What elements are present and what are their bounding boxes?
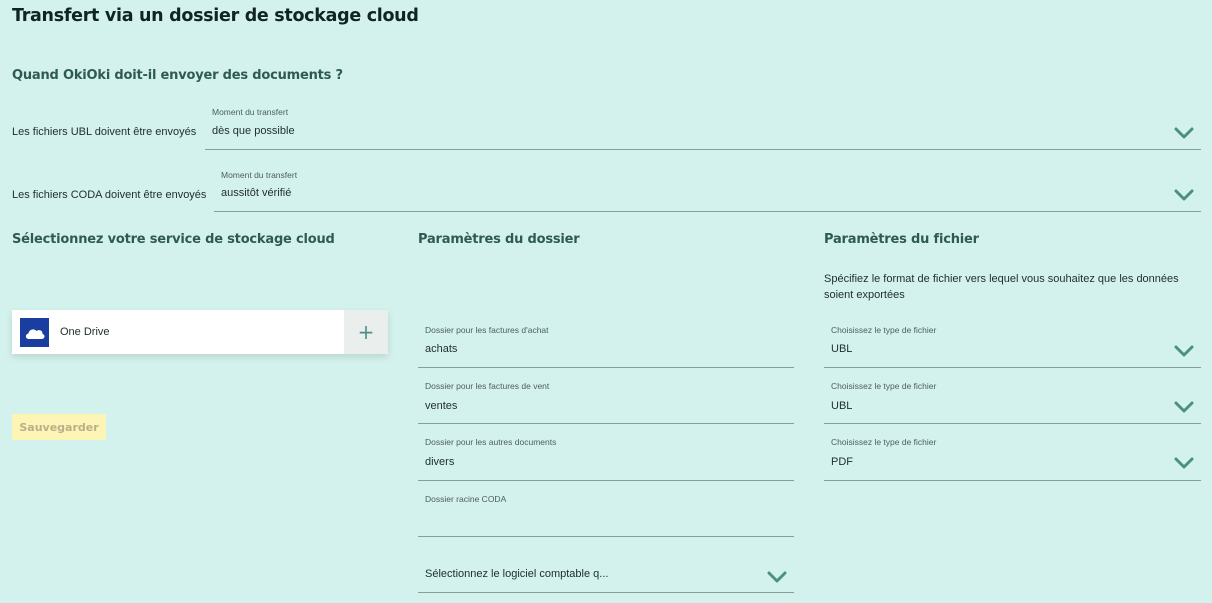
file-format-description: Spécifiez le format de fichier vers lequ… <box>824 273 1179 301</box>
coda-transfer-select[interactable]: Moment du transfert aussitôt vérifié <box>214 166 1201 212</box>
file-section-title: Paramètres du fichier <box>824 232 979 247</box>
file-type-select-1[interactable]: Choisissez le type de fichier UBL <box>824 321 1201 368</box>
coda-transfer-value: aussitôt vérifié <box>221 187 292 199</box>
coda-root-folder-input[interactable]: Dossier racine CODA <box>418 490 794 537</box>
file-type-value-1: UBL <box>831 343 853 355</box>
purchase-folder-label: Dossier pour les factures d'achat <box>425 325 549 335</box>
file-type-select-2[interactable]: Choisissez le type de fichier UBL <box>824 377 1201 424</box>
sales-folder-input[interactable]: Dossier pour les factures de vent ventes <box>418 377 794 424</box>
folder-section-title: Paramètres du dossier <box>418 232 580 247</box>
chevron-down-icon[interactable] <box>766 570 788 584</box>
accounting-software-placeholder: Sélectionnez le logiciel comptable q... <box>425 568 609 580</box>
coda-row-label: Les fichiers CODA doivent être envoyés <box>12 189 207 201</box>
chevron-down-icon[interactable] <box>1173 400 1195 414</box>
other-folder-label: Dossier pour les autres documents <box>425 437 557 447</box>
file-type-label-3: Choisissez le type de fichier <box>831 437 937 447</box>
file-type-value-2: UBL <box>831 400 853 412</box>
onedrive-cloud-icon <box>20 318 49 347</box>
sales-folder-value: ventes <box>425 400 458 412</box>
file-type-label-2: Choisissez le type de fichier <box>831 381 937 391</box>
plus-icon: + <box>357 320 375 344</box>
chevron-down-icon[interactable] <box>1173 126 1195 140</box>
ubl-transfer-label: Moment du transfert <box>212 107 289 117</box>
file-type-select-3[interactable]: Choisissez le type de fichier PDF <box>824 433 1201 481</box>
coda-root-folder-label: Dossier racine CODA <box>425 494 507 504</box>
sales-folder-label: Dossier pour les factures de vent <box>425 381 550 391</box>
coda-transfer-label: Moment du transfert <box>221 170 298 180</box>
other-folder-input[interactable]: Dossier pour les autres documents divers <box>418 433 794 481</box>
file-type-label-1: Choisissez le type de fichier <box>831 325 937 335</box>
when-section-title: Quand OkiOki doit-il envoyer des documen… <box>12 68 343 83</box>
page-title: Transfert via un dossier de stockage clo… <box>12 6 419 26</box>
cloud-service-card[interactable]: One Drive + <box>12 310 388 354</box>
add-service-button[interactable]: + <box>344 310 388 354</box>
chevron-down-icon[interactable] <box>1173 456 1195 470</box>
save-button[interactable]: Sauvegarder <box>12 414 106 440</box>
ubl-row-label: Les fichiers UBL doivent être envoyés <box>12 126 197 138</box>
purchase-folder-value: achats <box>425 343 458 355</box>
other-folder-value: divers <box>425 456 455 468</box>
cloud-section-title: Sélectionnez votre service de stockage c… <box>12 232 335 247</box>
purchase-folder-input[interactable]: Dossier pour les factures d'achat achats <box>418 321 794 368</box>
cloud-service-name: One Drive <box>60 326 110 338</box>
file-type-value-3: PDF <box>831 456 853 468</box>
ubl-transfer-value: dès que possible <box>212 125 295 137</box>
ubl-transfer-select[interactable]: Moment du transfert dès que possible <box>205 104 1201 150</box>
chevron-down-icon[interactable] <box>1173 188 1195 202</box>
chevron-down-icon[interactable] <box>1173 344 1195 358</box>
accounting-software-select[interactable]: Sélectionnez le logiciel comptable q... <box>418 556 794 593</box>
